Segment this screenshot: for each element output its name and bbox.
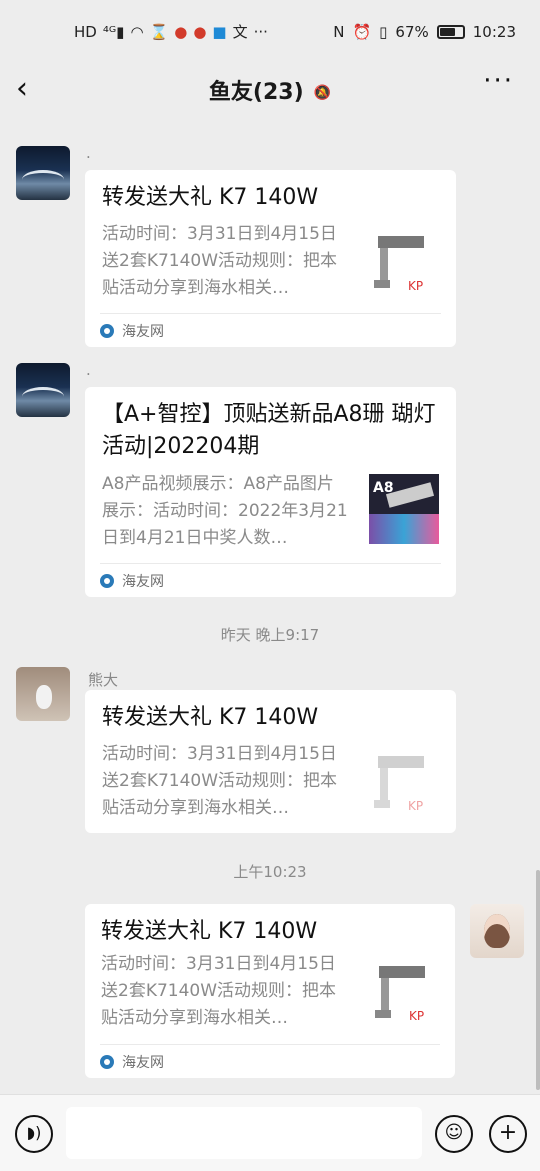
input-bar: ◗) ☺ + [0, 1094, 540, 1171]
card-description: 活动时间：3月31日到4月15日送2套K7140W活动规则：把本贴活动分享到海水… [102, 224, 338, 298]
card-thumbnail: A8 [369, 474, 439, 544]
chat-header: ‹ 鱼友(23) 🔕 ··· [0, 66, 540, 116]
avatar[interactable] [16, 363, 70, 417]
plus-icon[interactable]: + [489, 1115, 527, 1153]
haiyou-logo-icon [100, 574, 114, 588]
coral-image [369, 514, 439, 544]
battery-icon [436, 25, 465, 39]
svg-text:KP: KP [408, 279, 423, 293]
chat-title: 鱼友(23) [208, 80, 304, 105]
4g-signal-icon: ⁴ᴳ▮ [102, 23, 125, 41]
card-thumbnail: KP [370, 230, 440, 300]
voice-icon[interactable]: ◗) [15, 1115, 53, 1153]
card-description: 活动时间：3月31日到4月15日送2套K7140W活动规则：把本贴活动分享到海水… [101, 954, 337, 1028]
card-title: 转发送大礼 K7 140W [102, 705, 319, 730]
translate-icon: 文 [232, 23, 248, 41]
card-footer: 海友网 [100, 563, 441, 598]
sender-name: . [86, 361, 91, 379]
more-icon[interactable]: ··· [483, 66, 514, 96]
more-dots: ··· [253, 23, 268, 41]
card-source: 海友网 [122, 574, 164, 590]
haiyou-logo-icon [100, 1055, 114, 1069]
bell-off-icon: 🔕 [313, 85, 332, 101]
avatar[interactable] [16, 146, 70, 200]
card-title: 转发送大礼 K7 140W [101, 919, 318, 944]
card-footer: 海友网 [100, 1044, 440, 1079]
vibrate-icon: ▯ [379, 23, 388, 41]
emoji-icon[interactable]: ☺ [435, 1115, 473, 1153]
lamp-image: KP [374, 236, 424, 293]
nfc-icon: N [333, 23, 345, 41]
card-source: 海友网 [122, 324, 164, 340]
clock: 10:23 [472, 23, 516, 41]
battery-fill [439, 28, 455, 36]
alarm-icon: ⏰ [352, 23, 372, 41]
lamp-image: KP [375, 966, 425, 1023]
avatar[interactable] [16, 667, 70, 721]
card-description: 活动时间：3月31日到4月15日送2套K7140W活动规则：把本贴活动分享到海水… [102, 744, 338, 818]
sender-name: . [86, 144, 91, 162]
scrollbar[interactable] [536, 870, 540, 1090]
sender-name: 熊大 [88, 671, 119, 689]
svg-text:KP: KP [409, 1009, 424, 1023]
link-card[interactable]: 转发送大礼 K7 140W 活动时间：3月31日到4月15日送2套K7140W活… [85, 690, 456, 833]
card-title: 转发送大礼 K7 140W [102, 185, 319, 210]
timestamp: 昨天 晚上9:17 [220, 626, 320, 644]
card-thumbnail: KP [371, 960, 441, 1030]
weibo-icon: ● [174, 23, 188, 41]
card-title: 【A+智控】顶贴送新品A8珊 瑚灯活动|202204期 [102, 402, 436, 459]
lamp-image: KP [374, 756, 424, 813]
message-input[interactable] [66, 1107, 422, 1159]
link-card[interactable]: 转发送大礼 K7 140W 活动时间：3月31日到4月15日送2套K7140W活… [85, 170, 456, 347]
weibo-icon: ● [193, 23, 207, 41]
truck-app-icon: ■ [212, 23, 227, 41]
card-footer: 海友网 [100, 313, 441, 348]
card-thumbnail: KP [370, 750, 440, 820]
timestamp: 上午10:23 [233, 863, 307, 881]
card-source: 海友网 [122, 1055, 164, 1071]
hd-icon: HD [74, 23, 97, 41]
status-bar: HD ⁴ᴳ▮ ◠ ⌛ ● ● ■ 文 ··· N ⏰ ▯ 67% 10:23 [0, 0, 540, 66]
link-card[interactable]: 【A+智控】顶贴送新品A8珊 瑚灯活动|202204期 A8产品视频展示：A8产… [85, 387, 456, 597]
link-card[interactable]: 转发送大礼 K7 140W 活动时间：3月31日到4月15日送2套K7140W活… [85, 904, 455, 1078]
wifi-icon: ◠ [130, 23, 144, 41]
avatar[interactable] [470, 904, 524, 958]
hourglass-icon: ⌛ [149, 23, 169, 41]
battery-percent: 67% [395, 23, 429, 41]
card-description: A8产品视频展示：A8产品图片展示：活动时间：2022年3月21日到4月21日中… [102, 474, 348, 548]
svg-text:KP: KP [408, 799, 423, 813]
haiyou-logo-icon [100, 324, 114, 338]
